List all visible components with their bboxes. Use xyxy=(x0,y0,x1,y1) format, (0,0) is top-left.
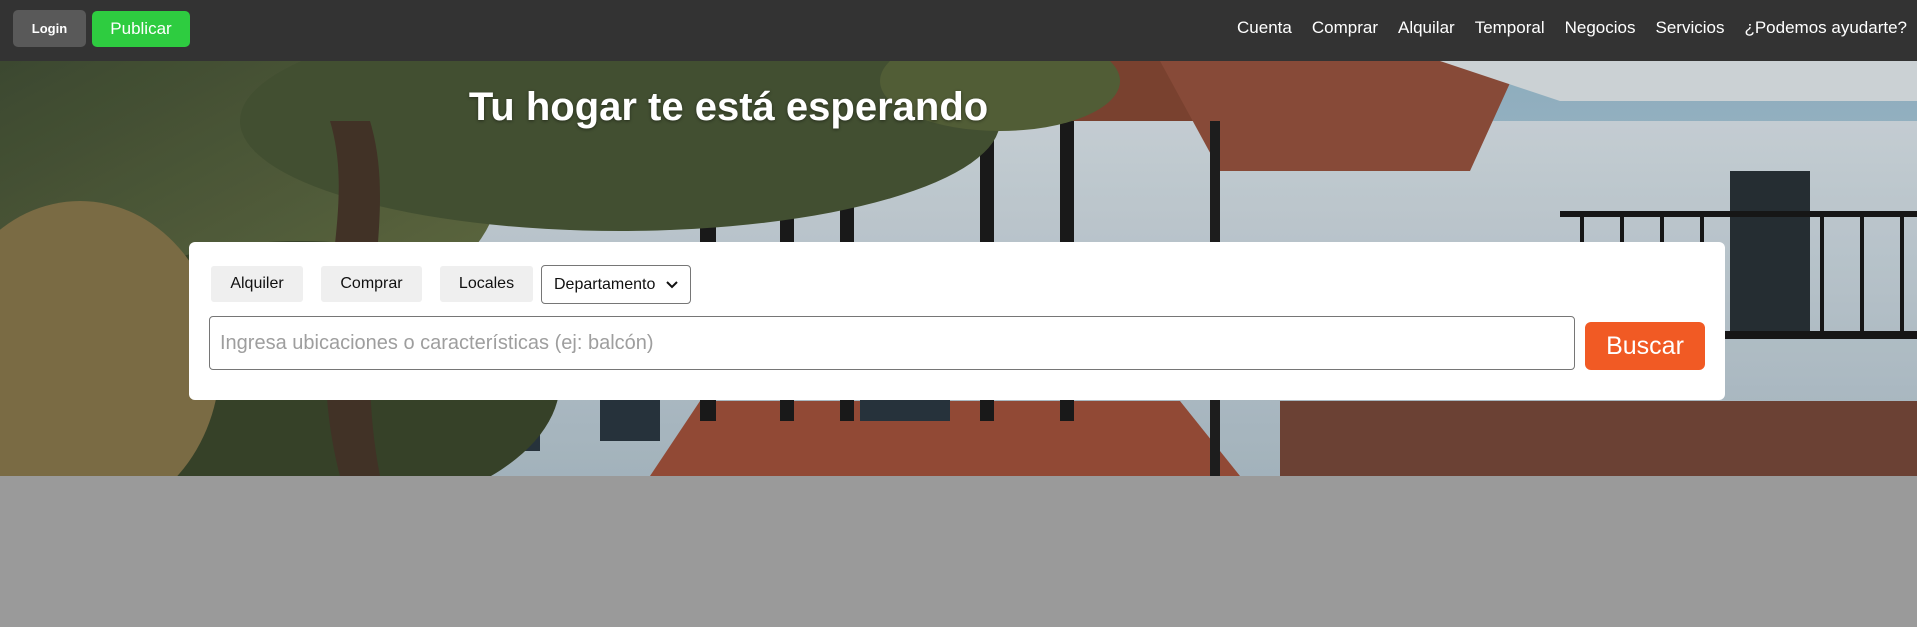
main-nav: Cuenta Comprar Alquilar Temporal Negocio… xyxy=(1217,0,1907,56)
nav-item-servicios: Servicios xyxy=(1655,18,1724,38)
search-panel: Alquiler Comprar Locales Departamento Bu… xyxy=(189,242,1725,400)
nav-link-ayuda[interactable]: ¿Podemos ayudarte? xyxy=(1744,18,1907,37)
nav-link-cuenta[interactable]: Cuenta xyxy=(1237,18,1292,37)
nav-link-temporal[interactable]: Temporal xyxy=(1475,18,1545,37)
nav-item-cuenta: Cuenta xyxy=(1237,18,1292,38)
hero-title: Tu hogar te está esperando xyxy=(468,85,989,129)
nav-link-alquilar[interactable]: Alquilar xyxy=(1398,18,1455,37)
tab-alquiler[interactable]: Alquiler xyxy=(211,266,303,302)
buscar-button[interactable]: Buscar xyxy=(1585,322,1705,370)
tab-comprar[interactable]: Comprar xyxy=(321,266,422,302)
nav-item-comprar: Comprar xyxy=(1312,18,1378,38)
hero-section: Tu hogar te está esperando Alquiler Comp… xyxy=(0,61,1917,476)
nav-item-negocios: Negocios xyxy=(1565,18,1636,38)
nav-item-ayuda: ¿Podemos ayudarte? xyxy=(1744,18,1907,38)
tab-locales[interactable]: Locales xyxy=(440,266,533,302)
chevron-down-icon xyxy=(666,280,678,288)
nav-item-temporal: Temporal xyxy=(1475,18,1545,38)
search-input[interactable] xyxy=(209,316,1575,370)
property-type-select[interactable]: Departamento xyxy=(541,265,691,304)
nav-link-comprar[interactable]: Comprar xyxy=(1312,18,1378,37)
nav-link-servicios[interactable]: Servicios xyxy=(1655,18,1724,37)
nav-link-negocios[interactable]: Negocios xyxy=(1565,18,1636,37)
property-type-selected-value: Departamento xyxy=(554,275,656,293)
content-area xyxy=(0,476,1917,627)
publicar-button[interactable]: Publicar xyxy=(92,11,190,47)
nav-item-alquilar: Alquilar xyxy=(1398,18,1455,38)
top-navbar: Login Publicar Cuenta Comprar Alquilar T… xyxy=(0,0,1917,61)
login-button[interactable]: Login xyxy=(13,10,86,47)
